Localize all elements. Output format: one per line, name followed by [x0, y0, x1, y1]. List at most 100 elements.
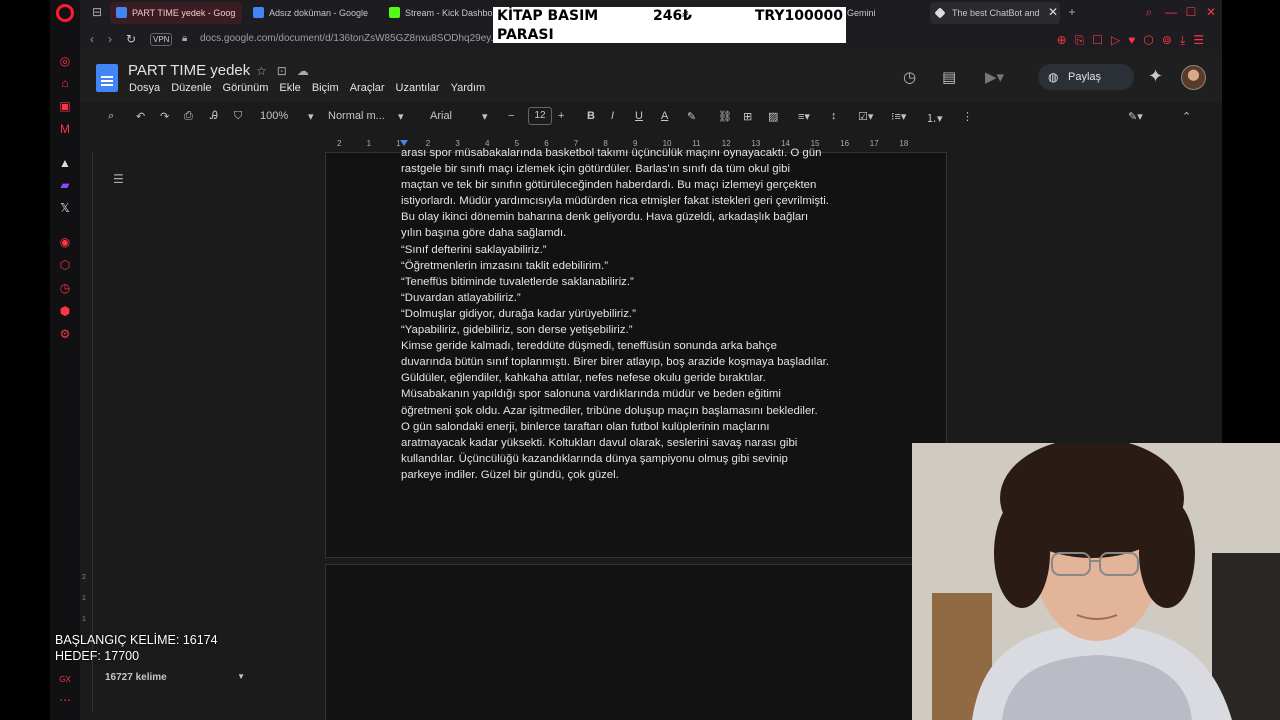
document-line[interactable]: “Teneffüs bitiminde tuvaletlerde saklana…	[401, 274, 881, 290]
tab-part-time[interactable]: PART TIME yedek - Goog	[110, 2, 242, 24]
document-line[interactable]: Güldüler, eğlendiler, kahkaha attılar, n…	[401, 370, 881, 386]
docs-logo-icon[interactable]	[96, 64, 118, 92]
image-icon[interactable]: ▨	[768, 110, 778, 123]
paint-format-icon[interactable]: ⛉	[234, 110, 242, 123]
menu-bicim[interactable]: Biçim	[312, 82, 339, 94]
comment-icon[interactable]: ⊞	[743, 110, 752, 123]
bullet-list-icon[interactable]: ⁝≡▾	[891, 110, 906, 123]
reload-icon[interactable]: ↻	[126, 32, 136, 46]
document-line[interactable]: “Dolmuşlar gidiyor, durağa kadar yürüyeb…	[401, 306, 881, 322]
tab-chatbot[interactable]: The best ChatBot and	[930, 2, 1060, 24]
zoom-select[interactable]: 100%	[260, 110, 288, 122]
font-select[interactable]: Arial	[430, 110, 452, 122]
document-line[interactable]: Müsabakanın yapıldığı spor salonuna vard…	[401, 386, 881, 402]
text-color-icon[interactable]: A	[661, 110, 668, 122]
sidebar-x-icon[interactable]: 𝕏	[58, 201, 72, 215]
link-icon[interactable]: ⛓	[718, 110, 732, 123]
opera-logo-icon[interactable]	[56, 4, 74, 22]
tab-menu-icon[interactable]: ⊟	[90, 5, 104, 19]
sidebar-more-icon[interactable]: ⋯	[58, 693, 72, 707]
redo-icon[interactable]: ↷	[160, 110, 169, 123]
tab-adsiz-dokuman[interactable]: Adsız doküman - Google	[247, 2, 375, 24]
font-size-input[interactable]: 12	[528, 107, 552, 125]
chevron-down-icon[interactable]: ▼	[237, 672, 245, 681]
highlight-icon[interactable]: ✎	[687, 110, 696, 123]
sidebar-aria-icon[interactable]: ◎	[58, 54, 72, 68]
minimize-icon[interactable]: —	[1164, 5, 1178, 19]
new-tab-icon[interactable]: +	[1065, 5, 1079, 19]
document-line[interactable]: rastgele bir sınıfı maçı izlemek için gö…	[401, 161, 881, 177]
sidebar-settings-icon[interactable]: ⚙	[58, 327, 72, 341]
vpn-badge[interactable]: VPN	[150, 33, 173, 46]
document-line[interactable]: yılın başına göre daha sağlamdı.	[401, 225, 881, 241]
tab-kick-stream[interactable]: Stream - Kick Dashbo	[383, 2, 493, 24]
sidebar-extension-icon[interactable]: ⬡	[58, 258, 72, 272]
maximize-icon[interactable]: ☐	[1184, 5, 1198, 19]
more-options-icon[interactable]: ⋮	[962, 110, 973, 123]
document-line[interactable]: Kimse geride kalmadı, tereddüte düşmedi,…	[401, 338, 881, 354]
sidebar-crypto-icon[interactable]: ⬢	[58, 304, 72, 318]
document-outline-icon[interactable]: ☰	[113, 172, 124, 186]
avatar[interactable]	[1181, 65, 1206, 90]
document-body-text[interactable]: arası spor müsabakalarında basketbol tak…	[401, 145, 881, 483]
word-count-widget[interactable]: 16727 kelime ▼	[105, 672, 245, 688]
lock-icon[interactable]: 🔒︎	[182, 33, 187, 44]
menu-araclar[interactable]: Araçlar	[350, 82, 385, 94]
title-actions[interactable]: ☆⊡☁	[256, 64, 319, 78]
document-line[interactable]: “Sınıf defterini saklayabiliriz.”	[401, 242, 881, 258]
document-line[interactable]: istiyorlardı. Müdür yardımcısıyla müdürd…	[401, 193, 881, 209]
document-line[interactable]: duvarında bütün sınıf toplanmıştı. Birer…	[401, 354, 881, 370]
gemini-icon[interactable]: ✦	[1148, 66, 1163, 87]
editing-mode-icon[interactable]: ✎▾	[1128, 110, 1143, 123]
bold-icon[interactable]: B	[587, 110, 595, 122]
sidebar-drive-icon[interactable]: ▲	[58, 156, 72, 170]
close-window-icon[interactable]: ✕	[1204, 5, 1218, 19]
document-line[interactable]: O gün salondaki enerji, binlerce tarafta…	[401, 419, 881, 435]
menu-ekle[interactable]: Ekle	[279, 82, 300, 94]
document-page[interactable]: arası spor müsabakalarında basketbol tak…	[325, 147, 947, 558]
document-line[interactable]: arası spor müsabakalarında basketbol tak…	[401, 145, 881, 161]
document-line[interactable]: kullandılar. Üçüncülüğü kazandıklarında …	[401, 451, 881, 467]
document-line[interactable]: öğretmeni şok oldu. Azar işitmediler, tr…	[401, 403, 881, 419]
history-icon[interactable]: ◷	[903, 68, 916, 86]
underline-icon[interactable]: U	[635, 110, 643, 122]
style-select[interactable]: Normal m...	[328, 110, 385, 122]
document-line[interactable]: parkeye indiler. Güzel bir gündü, çok gü…	[401, 467, 881, 483]
close-tab-icon[interactable]: ✕	[1046, 5, 1060, 19]
collapse-menu-icon[interactable]: ⌃	[1182, 110, 1191, 123]
sidebar-gx-icon[interactable]: GX	[58, 673, 72, 687]
menu-duzenle[interactable]: Düzenle	[171, 82, 211, 94]
document-line[interactable]: Bu olay ikinci dönemin baharına denk gel…	[401, 209, 881, 225]
meet-icon[interactable]: ▶▾	[985, 68, 1004, 86]
document-line[interactable]: “Yapabiliriz, gidebiliriz, son derse yet…	[401, 322, 881, 338]
document-line[interactable]: “Duvardan atlayabiliriz.”	[401, 290, 881, 306]
line-spacing-icon[interactable]: ↕	[831, 110, 837, 122]
menu-yardim[interactable]: Yardım	[451, 82, 486, 94]
share-button[interactable]: ◍ Paylaş	[1038, 64, 1134, 90]
search-icon[interactable]: ⌕	[108, 110, 114, 123]
increase-font-icon[interactable]: +	[558, 110, 564, 122]
address-bar-actions[interactable]: ⊕⎘☐▷♥⬡⊚⤓☰	[1057, 33, 1212, 48]
sidebar-home-icon[interactable]: ⌂	[58, 76, 72, 90]
document-line[interactable]: maçtan ve tek bir sınıfın götürüleceğind…	[401, 177, 881, 193]
forward-icon[interactable]: ›	[108, 32, 112, 46]
comments-icon[interactable]: ▤	[942, 68, 956, 86]
spellcheck-icon[interactable]: Ꭿ	[210, 110, 218, 123]
numbered-list-icon[interactable]: ⒈▾	[926, 110, 943, 126]
align-icon[interactable]: ≡▾	[798, 110, 810, 123]
document-page-next[interactable]	[325, 564, 947, 720]
sidebar-chat-icon[interactable]: ▣	[58, 99, 72, 113]
menu-gorunum[interactable]: Görünüm	[223, 82, 269, 94]
italic-icon[interactable]: I	[611, 110, 614, 122]
sidebar-mail-icon[interactable]: M	[58, 122, 72, 136]
sidebar-player-icon[interactable]: ◉	[58, 235, 72, 249]
back-icon[interactable]: ‹	[90, 32, 94, 46]
sidebar-twitch-icon[interactable]: ▰	[58, 178, 72, 192]
sidebar-history-icon[interactable]: ◷	[58, 281, 72, 295]
document-line[interactable]: “Öğretmenlerin imzasını taklit edebiliri…	[401, 258, 881, 274]
undo-icon[interactable]: ↶	[136, 110, 145, 123]
menu-uzantilar[interactable]: Uzantılar	[396, 82, 440, 94]
checklist-icon[interactable]: ☑▾	[858, 110, 873, 123]
document-title[interactable]: PART TIME yedek	[128, 62, 250, 79]
document-line[interactable]: aratmayacak kadar yüksekti. Koltukları d…	[401, 435, 881, 451]
